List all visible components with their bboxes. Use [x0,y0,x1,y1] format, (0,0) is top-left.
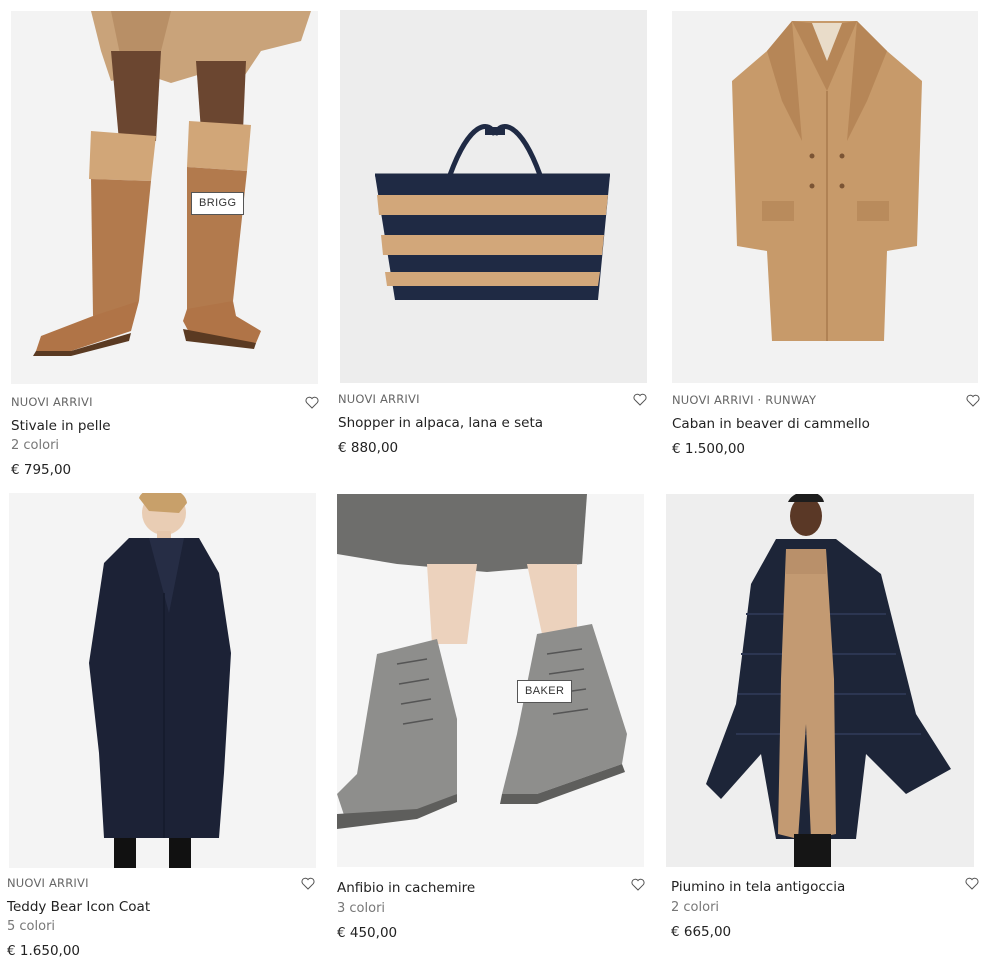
product-image-teddy-coat[interactable] [9,493,316,868]
new-arrival-badge: NUOVI ARRIVI [7,876,89,890]
product-name[interactable]: Anfibio in cachemire [337,878,644,898]
product-price: € 795,00 [11,462,72,478]
wishlist-heart-icon[interactable] [633,393,647,406]
new-arrival-badge: NUOVI ARRIVI · RUNWAY [672,393,817,407]
wishlist-heart-icon[interactable] [301,877,315,890]
product-price: € 1.650,00 [7,943,80,959]
wishlist-heart-icon[interactable] [631,878,645,891]
wishlist-heart-icon[interactable] [305,396,319,409]
color-count: 2 colori [671,900,720,915]
wishlist-heart-icon[interactable] [965,877,979,890]
model-tag[interactable]: BRIGG [191,192,245,215]
product-price: € 880,00 [338,440,399,456]
new-arrival-badge: NUOVI ARRIVI [11,395,93,409]
product-price: € 450,00 [337,925,398,941]
product-image-bag[interactable] [340,10,647,383]
product-image-grey-boots[interactable] [337,494,644,867]
product-name[interactable]: Stivale in pelle [11,416,318,436]
product-name[interactable]: Piumino in tela antigoccia [671,877,974,897]
product-image-camel-coat[interactable] [672,11,978,383]
color-count: 5 colori [7,919,56,934]
color-count: 2 colori [11,438,60,453]
product-name[interactable]: Shopper in alpaca, lana e seta [338,413,645,433]
model-tag[interactable]: BAKER [517,680,573,703]
product-name[interactable]: Caban in beaver di cammello [672,414,978,434]
new-arrival-badge: NUOVI ARRIVI [338,392,420,406]
color-count: 3 colori [337,901,386,916]
product-name[interactable]: Teddy Bear Icon Coat [7,897,314,917]
product-price: € 665,00 [671,924,732,940]
product-price: € 1.500,00 [672,441,745,457]
wishlist-heart-icon[interactable] [966,394,980,407]
product-image-puffer[interactable] [666,494,974,867]
product-image-boots[interactable] [11,11,318,384]
